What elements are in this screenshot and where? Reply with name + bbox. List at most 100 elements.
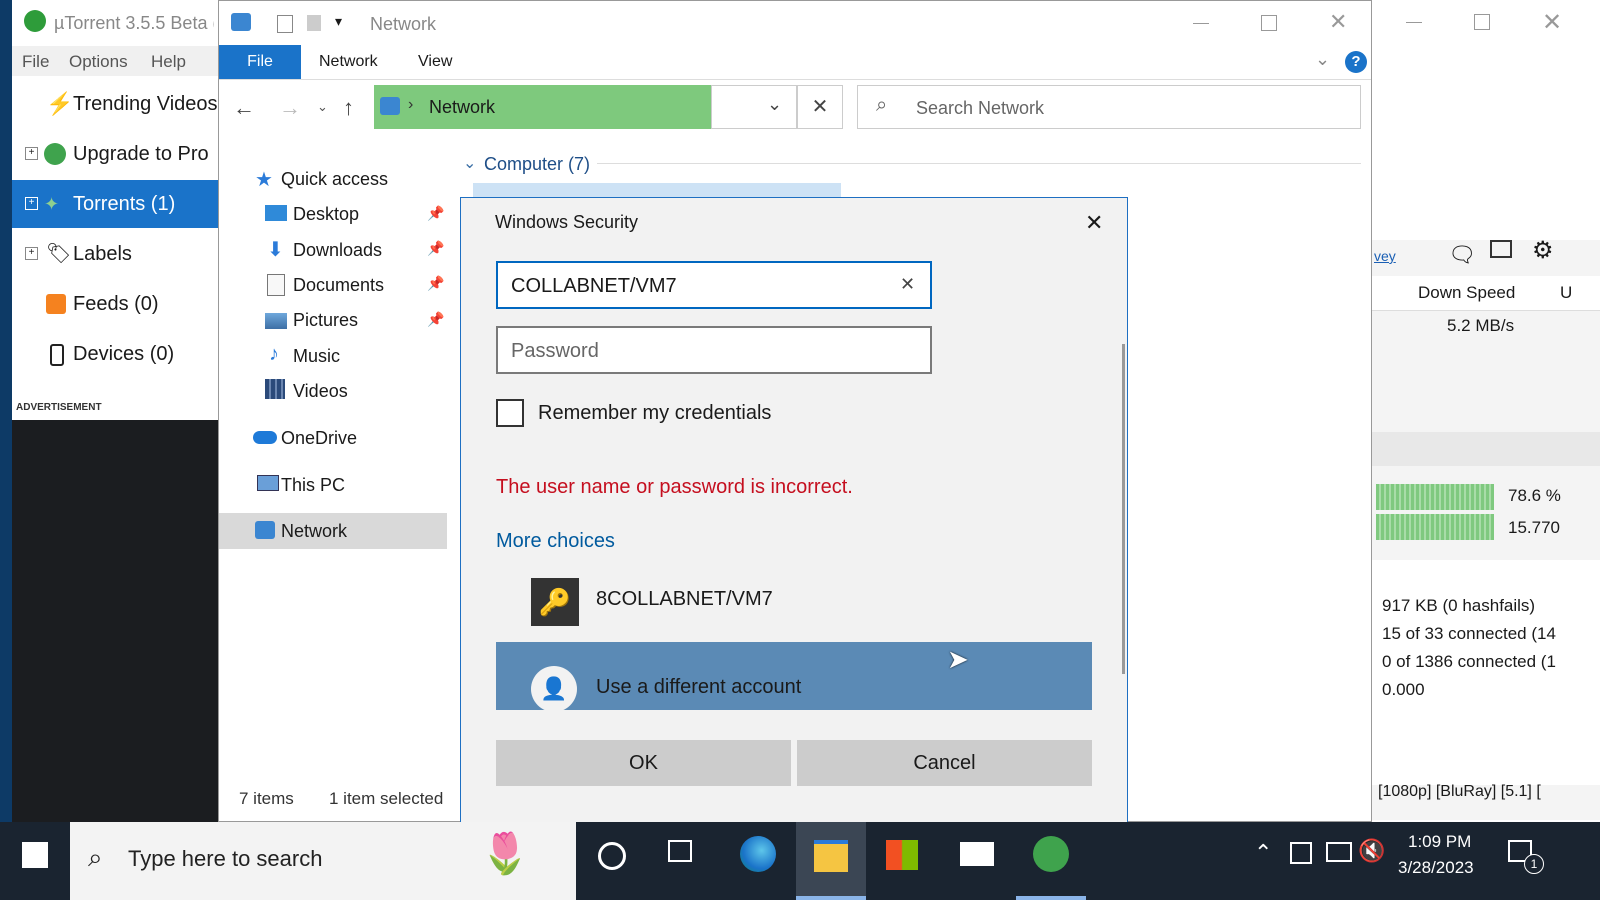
dialog-close-button[interactable]: ✕ [1085, 210, 1103, 236]
help-icon[interactable]: ? [1345, 51, 1367, 73]
use-different-account-option[interactable]: 👤 Use a different account [496, 642, 1092, 712]
sidebar-item-devices[interactable]: Devices (0) [12, 330, 220, 378]
menu-options[interactable]: Options [69, 52, 128, 72]
utorrent-menubar: File Options Help [12, 46, 232, 76]
meet-now-icon[interactable] [1290, 842, 1312, 864]
mail-icon[interactable] [960, 842, 994, 866]
monitor-icon[interactable] [1490, 240, 1512, 258]
tab-file[interactable]: File [219, 45, 301, 79]
nav-onedrive[interactable]: OneDrive [281, 428, 357, 449]
star-icon: ★ [255, 169, 273, 191]
utorrent-taskbar-button[interactable] [1016, 822, 1086, 900]
nav-desktop[interactable]: Desktop [293, 204, 359, 225]
task-view-icon[interactable] [668, 840, 692, 862]
taskbar-search-box[interactable]: ⌕ Type here to search 🌷 [70, 822, 576, 900]
group-header-computer[interactable]: Computer (7) [484, 154, 590, 175]
quick-folder-icon[interactable] [307, 15, 321, 31]
nav-videos[interactable]: Videos [293, 381, 348, 402]
up-arrow-icon[interactable]: ↑ [343, 95, 354, 121]
column-down-speed[interactable]: Down Speed [1418, 283, 1515, 303]
utorrent-minimize-button[interactable] [1406, 22, 1422, 23]
customize-toolbar-icon[interactable]: ▾ [335, 13, 342, 30]
pictures-icon [265, 313, 287, 329]
sidebar-item-upgrade[interactable]: + Upgrade to Pro [12, 130, 220, 178]
search-input[interactable]: Search Network [916, 98, 1044, 119]
address-dropdown[interactable]: ⌄ [711, 85, 797, 129]
pin-icon[interactable]: 📌 [427, 205, 444, 222]
torrent-name-fragment: [1080p] [BluRay] [5.1] [ [1378, 783, 1541, 800]
recent-locations-icon[interactable]: ⌄ [317, 99, 328, 115]
pin-icon[interactable]: 📌 [427, 311, 444, 328]
remember-label[interactable]: Remember my credentials [538, 402, 771, 425]
nav-music[interactable]: Music [293, 346, 340, 367]
menu-help[interactable]: Help [151, 52, 186, 72]
windows-start-icon[interactable] [22, 842, 48, 868]
sidebar-item-feeds[interactable]: Feeds (0) [12, 280, 220, 328]
computer-item-selected[interactable] [473, 183, 841, 197]
password-field[interactable]: Password [496, 326, 932, 374]
status-item-count: 7 items [239, 789, 294, 808]
forward-arrow-icon[interactable]: → [279, 95, 301, 121]
download-arrow-icon: ⬇ [267, 239, 284, 261]
breadcrumb-network[interactable]: Network [429, 97, 495, 118]
advertisement-area[interactable] [12, 420, 220, 838]
edge-icon[interactable] [740, 836, 776, 872]
utorrent-sidebar: ⚡ Trending Videos + Upgrade to Pro + ✦ T… [12, 76, 221, 420]
tab-view[interactable]: View [418, 53, 452, 71]
sidebar-item-torrents[interactable]: + ✦ Torrents (1) [12, 180, 220, 228]
back-arrow-icon[interactable]: ← [233, 95, 255, 121]
chat-icon[interactable]: 🗨 [1448, 242, 1476, 268]
cancel-button[interactable]: Cancel [797, 740, 1092, 786]
tab-network[interactable]: Network [319, 53, 378, 71]
clock-time[interactable]: 1:09 PM [1408, 832, 1471, 852]
volume-muted-icon[interactable]: 🔇 [1358, 838, 1385, 864]
remember-checkbox[interactable] [496, 399, 524, 427]
documents-icon [267, 274, 285, 296]
sidebar-item-trending[interactable]: ⚡ Trending Videos [12, 80, 220, 128]
search-icon: ⌕ [88, 842, 103, 872]
chevron-down-icon: ⌄ [767, 94, 783, 114]
sidebar-item-labels[interactable]: + 🏷 Labels [12, 230, 220, 278]
address-clear-button[interactable]: ✕ [797, 85, 843, 129]
more-choices-link[interactable]: More choices [496, 530, 615, 553]
menu-file[interactable]: File [22, 52, 49, 72]
dialog-scrollbar[interactable] [1122, 344, 1125, 674]
column-u[interactable]: U [1560, 283, 1572, 303]
taskbar: ⌕ Type here to search 🌷 ⌃ 🔇 1:09 PM 3/28… [0, 822, 1600, 900]
utorrent-details-panel: vey 🗨 ⚙ Down Speed U 5.2 MB/s 78.6 % 15.… [1372, 237, 1600, 820]
cortana-icon[interactable] [598, 842, 626, 870]
torrents-icon: ✦ [44, 194, 60, 214]
nav-network-selected[interactable]: Network [219, 513, 447, 549]
username-field[interactable]: COLLABNET/VM7 ✕ [496, 261, 932, 309]
pin-icon[interactable]: 📌 [427, 240, 444, 257]
chevron-down-icon[interactable]: ⌄ [463, 153, 476, 173]
videos-icon [265, 379, 285, 399]
file-explorer-taskbar-button[interactable] [796, 822, 866, 900]
search-box[interactable]: ⌕ Search Network [857, 85, 1361, 129]
quick-save-icon[interactable] [277, 15, 293, 33]
clock-date[interactable]: 3/28/2023 [1398, 858, 1474, 878]
nav-quick-access[interactable]: Quick access [281, 169, 388, 190]
nav-pictures[interactable]: Pictures [293, 310, 358, 331]
nav-network: Network [281, 521, 348, 541]
show-hidden-icons-icon[interactable]: ⌃ [1254, 840, 1272, 866]
gear-icon[interactable]: ⚙ [1532, 236, 1554, 265]
network-tray-icon[interactable] [1326, 842, 1352, 862]
nav-documents[interactable]: Documents [293, 275, 384, 296]
explorer-maximize-button[interactable] [1261, 15, 1277, 31]
ribbon-tabs: File Network View ⌄ ? [219, 45, 1371, 80]
utorrent-maximize-button[interactable] [1474, 14, 1490, 30]
nav-downloads[interactable]: Downloads [293, 240, 382, 261]
clear-text-icon[interactable]: ✕ [900, 274, 915, 295]
survey-link[interactable]: vey [1374, 248, 1396, 264]
ok-button[interactable]: OK [496, 740, 791, 786]
explorer-minimize-button[interactable] [1193, 23, 1209, 24]
nav-this-pc[interactable]: This PC [281, 475, 345, 496]
explorer-close-button[interactable]: ✕ [1329, 9, 1347, 35]
utorrent-close-button[interactable]: ✕ [1542, 8, 1562, 37]
store-icon[interactable] [886, 840, 918, 870]
pin-icon[interactable]: 📌 [427, 275, 444, 292]
lightning-icon: ⚡ [46, 91, 74, 116]
account-option[interactable]: 🔑 8COLLABNET/VM7 [496, 566, 1092, 634]
ribbon-expand-icon[interactable]: ⌄ [1315, 49, 1330, 70]
